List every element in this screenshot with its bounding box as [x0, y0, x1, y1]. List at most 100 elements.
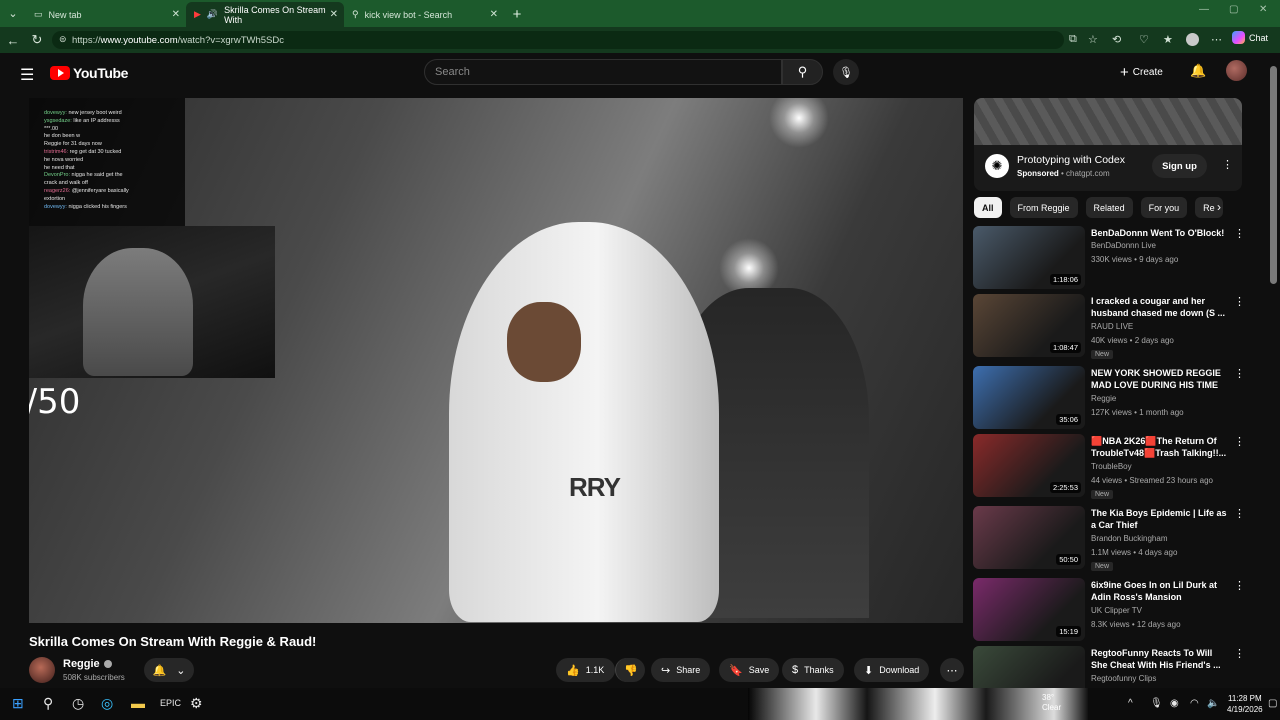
related-channel-name[interactable]: RAUD LIVE — [1091, 322, 1133, 331]
more-vertical-icon[interactable]: ⋮ — [1234, 507, 1245, 520]
related-video-title[interactable]: 6ix9ine Goes In on Lil Durk at Adin Ross… — [1091, 579, 1227, 603]
system-clock[interactable]: 11:28 PM 4/19/2026 — [1227, 693, 1263, 715]
close-tab-icon[interactable]: ✕ — [172, 9, 180, 20]
settings-more-icon[interactable]: ⋯ — [1211, 33, 1222, 46]
clock-app-icon[interactable]: ◷ — [72, 695, 84, 712]
extensions-icon[interactable]: ⟲ — [1112, 33, 1121, 46]
thanks-button[interactable]: $ Thanks — [782, 658, 844, 682]
favorite-star-icon[interactable]: ☆ — [1088, 33, 1098, 46]
new-tab-button[interactable]: + — [504, 2, 530, 27]
video-thumbnail[interactable]: 1:08:47 — [973, 294, 1085, 357]
notifications-tray-icon[interactable]: ▢ — [1268, 698, 1277, 709]
related-video-item[interactable]: 50:50 The Kia Boys Epidemic | Life as a C… — [973, 506, 1245, 571]
windows-start-icon[interactable]: ⊞ — [12, 695, 24, 712]
more-actions-button[interactable]: ⋯ — [940, 658, 964, 682]
site-info-icon[interactable]: ⊜ — [59, 34, 67, 45]
related-video-title[interactable]: BenDaDonnn Went To O'Block! — [1091, 227, 1227, 239]
speaker-icon[interactable]: 🔊 — [207, 9, 218, 20]
notifications-bell-icon[interactable]: 🔔 — [1190, 63, 1206, 79]
hamburger-menu-icon[interactable]: ☰ — [20, 65, 34, 85]
related-video-item[interactable]: 1:18:06 BenDaDonnn Went To O'Block! BenDaD… — [973, 226, 1245, 290]
subscription-bell-button[interactable]: 🔔 ⌄ — [144, 658, 194, 682]
related-channel-name[interactable]: UK Clipper TV — [1091, 606, 1142, 615]
related-channel-name[interactable]: Reggie — [1091, 394, 1116, 403]
search-button[interactable]: ⚲ — [782, 59, 823, 85]
related-channel-name[interactable]: BenDaDonnn Live — [1091, 241, 1156, 250]
related-video-title[interactable]: RegtooFunny Reacts To Will She Cheat Wit… — [1091, 647, 1227, 671]
account-avatar[interactable] — [1226, 60, 1247, 81]
browser-essentials-icon[interactable]: ♡ — [1139, 33, 1149, 46]
save-button[interactable]: 🔖 Save — [719, 658, 780, 682]
dislike-button[interactable]: 👎 — [615, 658, 645, 682]
tab-actions-menu[interactable]: ⌄ — [0, 0, 26, 27]
tab-search[interactable]: ⚲ kick view bot - Search ✕ — [344, 2, 504, 27]
profile-icon[interactable] — [1186, 33, 1199, 46]
related-video-item[interactable]: 2:25:53 🟥NBA 2K26🟥The Return Of TroubleTv… — [973, 434, 1245, 499]
related-video-item[interactable]: 15:19 6ix9ine Goes In on Lil Durk at Adin… — [973, 578, 1245, 642]
tab-youtube[interactable]: ▶ 🔊 Skrilla Comes On Stream With ✕ — [186, 2, 344, 27]
chip-from-reggie[interactable]: From Reggie — [1009, 197, 1078, 218]
scrollbar-thumb[interactable] — [1270, 66, 1277, 284]
app-available-icon[interactable]: ⧉ — [1069, 33, 1077, 46]
video-thumbnail[interactable]: 2:25:53 — [973, 434, 1085, 497]
related-video-item[interactable]: 35:06 NEW YORK SHOWED REGGIE MAD LOVE DUR… — [973, 366, 1245, 430]
ad-menu-icon[interactable]: ⋮ — [1222, 158, 1233, 171]
close-tab-icon[interactable]: ✕ — [490, 9, 498, 20]
sponsored-ad[interactable]: ✺ Prototyping with Codex Sponsored • cha… — [974, 98, 1242, 191]
video-player[interactable]: RRY dovewyy: new jersey boot weird ysgsed… — [29, 98, 963, 623]
wifi-icon[interactable]: ◠ — [1190, 698, 1199, 709]
create-button[interactable]: + Create — [1120, 64, 1163, 81]
more-vertical-icon[interactable]: ⋮ — [1234, 647, 1245, 660]
volume-icon[interactable]: 🔈 — [1207, 698, 1219, 709]
more-vertical-icon[interactable]: ⋮ — [1234, 367, 1245, 380]
close-tab-icon[interactable]: ✕ — [330, 9, 338, 20]
copilot-chat-button[interactable]: Chat — [1232, 31, 1268, 44]
video-thumbnail[interactable]: 1:18:06 — [973, 226, 1085, 289]
chip-related[interactable]: Related — [1085, 197, 1133, 218]
close-window-icon[interactable]: ✕ — [1259, 4, 1267, 15]
url-field[interactable]: ⊜ https://www.youtube.com/watch?v=xgrwTW… — [52, 31, 1064, 49]
weather-widget[interactable]: 38° Clear — [1042, 693, 1061, 713]
favorites-icon[interactable]: ★ — [1163, 33, 1173, 46]
location-tray-icon[interactable]: ◉ — [1170, 698, 1179, 709]
related-channel-name[interactable]: Brandon Buckingham — [1091, 534, 1168, 543]
video-thumbnail[interactable]: 35:06 — [973, 366, 1085, 429]
maximize-icon[interactable]: ▢ — [1229, 4, 1238, 15]
refresh-icon[interactable]: ↻ — [25, 27, 49, 53]
like-button[interactable]: 👍 1.1K — [556, 658, 615, 682]
back-icon[interactable]: ← — [1, 27, 25, 53]
chip-all[interactable]: All — [974, 197, 1002, 218]
video-thumbnail[interactable]: 50:50 — [973, 506, 1085, 569]
more-vertical-icon[interactable]: ⋮ — [1234, 295, 1245, 308]
page-scrollbar[interactable] — [1267, 54, 1280, 687]
chip-for-you[interactable]: For you — [1140, 197, 1188, 218]
show-hidden-icons-icon[interactable]: ^ — [1128, 698, 1133, 709]
related-video-title[interactable]: The Kia Boys Epidemic | Life as a Car Th… — [1091, 507, 1227, 531]
video-thumbnail[interactable]: 15:19 — [973, 578, 1085, 641]
share-button[interactable]: ↪ Share — [651, 658, 711, 682]
edge-browser-icon[interactable]: ◎ — [101, 695, 113, 712]
more-vertical-icon[interactable]: ⋮ — [1234, 227, 1245, 240]
related-video-item[interactable]: 1:08:47 I cracked a cougar and her husban… — [973, 294, 1245, 359]
taskbar-search-icon[interactable]: ⚲ — [43, 695, 53, 712]
channel-name[interactable]: Reggie — [63, 658, 112, 670]
more-vertical-icon[interactable]: ⋮ — [1234, 435, 1245, 448]
download-button[interactable]: ⬇ Download — [854, 658, 930, 682]
channel-avatar[interactable] — [29, 657, 55, 683]
microphone-tray-icon[interactable]: 🎙 — [1150, 698, 1163, 709]
voice-search-button[interactable]: 🎙 — [833, 59, 859, 85]
related-channel-name[interactable]: Regtoofunny Clips — [1091, 674, 1156, 683]
related-video-title[interactable]: NEW YORK SHOWED REGGIE MAD LOVE DURING H… — [1091, 367, 1227, 391]
related-channel-name[interactable]: TroubleBoy — [1091, 462, 1132, 471]
steam-icon[interactable]: ⚙ — [190, 695, 203, 712]
related-video-title[interactable]: 🟥NBA 2K26🟥The Return Of TroubleTv48🟥Tras… — [1091, 435, 1227, 459]
chevron-right-icon[interactable]: › — [1217, 200, 1221, 214]
search-input[interactable]: Search — [424, 59, 782, 85]
more-vertical-icon[interactable]: ⋮ — [1234, 579, 1245, 592]
file-explorer-icon[interactable]: ▬ — [131, 695, 145, 711]
epic-games-icon[interactable]: EPIC — [160, 698, 181, 708]
youtube-logo[interactable]: YouTube — [50, 65, 128, 81]
minimize-icon[interactable]: — — [1199, 4, 1209, 15]
tab-new-tab[interactable]: ▭ New tab ✕ — [26, 2, 186, 27]
signup-button[interactable]: Sign up — [1152, 154, 1207, 178]
